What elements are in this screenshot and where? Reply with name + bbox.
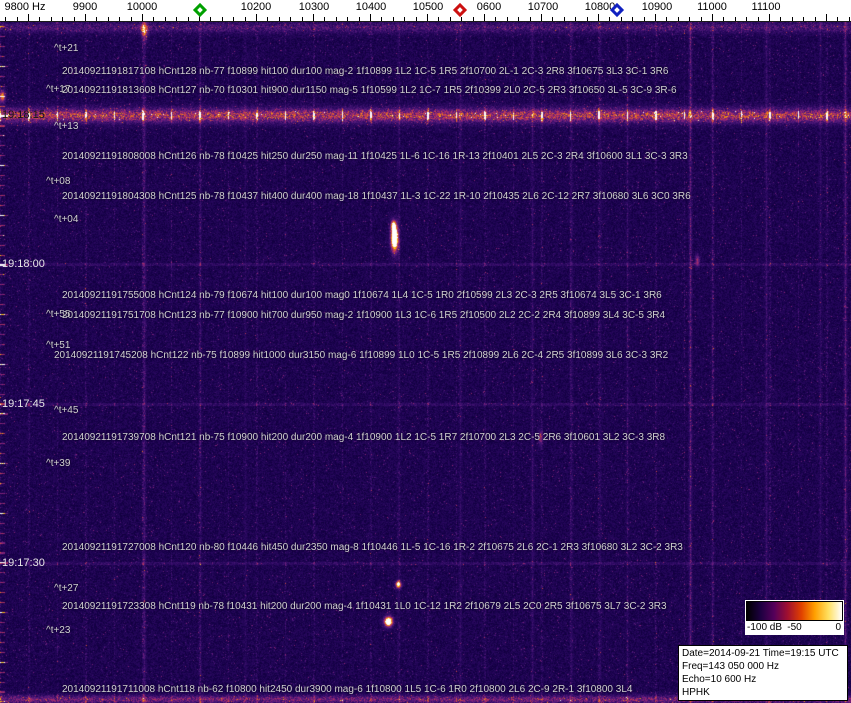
db-gradient-bar bbox=[746, 601, 843, 621]
time-label: 19:17:30 bbox=[2, 557, 45, 569]
info-box: Date=2014-09-21 Time=19:15 UTC Freq=143 … bbox=[678, 645, 848, 701]
echo-record-line: 20140921191755008 hCnt124 nb-79 f10674 h… bbox=[62, 290, 662, 301]
db-label-min: -100 dB bbox=[747, 622, 783, 633]
overlay-layer: -100 dB -50 0 Date=2014-09-21 Time=19:15… bbox=[0, 0, 851, 703]
echo-time-marker: ^t+08 bbox=[46, 176, 71, 187]
echo-record-line: 20140921191813608 hCnt127 nb-70 f10301 h… bbox=[62, 85, 677, 96]
info-date-time: Date=2014-09-21 Time=19:15 UTC bbox=[682, 648, 839, 659]
time-label: 19:18:00 bbox=[2, 258, 45, 270]
db-label-max: 0 bbox=[835, 622, 841, 633]
echo-time-marker: ^t+13 bbox=[54, 121, 79, 132]
info-frequency: Freq=143 050 000 Hz bbox=[682, 661, 780, 672]
echo-record-line: 20140921191751708 hCnt123 nb-77 f10900 h… bbox=[62, 310, 666, 321]
time-label: 19:17:45 bbox=[2, 398, 45, 410]
db-label-mid: -50 bbox=[787, 622, 802, 633]
db-scale-labels: -100 dB -50 0 bbox=[746, 621, 843, 634]
db-color-scale: -100 dB -50 0 bbox=[745, 600, 844, 635]
echo-record-line: 20140921191711008 hCnt118 nb-62 f10800 h… bbox=[62, 684, 633, 695]
echo-time-marker: ^t+45 bbox=[54, 405, 79, 416]
echo-record-line: 20140921191804308 hCnt125 nb-78 f10437 h… bbox=[62, 191, 691, 202]
echo-time-marker: ^t+21 bbox=[54, 43, 79, 54]
echo-record-line: 20140921191745208 hCnt122 nb-75 f10899 h… bbox=[54, 350, 669, 361]
echo-record-line: 20140921191817108 hCnt128 nb-77 f10899 h… bbox=[62, 66, 669, 77]
echo-record-line: 20140921191739708 hCnt121 nb-75 f10900 h… bbox=[62, 432, 666, 443]
info-echo-frequency: Echo=10 600 Hz bbox=[682, 674, 757, 685]
echo-time-marker: ^t+39 bbox=[46, 458, 71, 469]
echo-record-line: 20140921191723308 hCnt119 nb-78 f10431 h… bbox=[62, 601, 667, 612]
echo-record-line: 20140921191808008 hCnt126 nb-78 f10425 h… bbox=[62, 151, 688, 162]
echo-time-marker: ^t+23 bbox=[46, 625, 71, 636]
echo-record-line: 20140921191727008 hCnt120 nb-80 f10446 h… bbox=[62, 542, 683, 553]
echo-time-marker: ^t+04 bbox=[54, 214, 79, 225]
spectrogram-screen: 9800 Hz 9900 10000 10200 10300 10400 10500 0600… bbox=[0, 0, 851, 703]
info-station-id: HPHK bbox=[682, 687, 710, 698]
echo-time-marker: ^t+27 bbox=[54, 583, 79, 594]
time-label: 19:18:15 bbox=[2, 109, 45, 121]
